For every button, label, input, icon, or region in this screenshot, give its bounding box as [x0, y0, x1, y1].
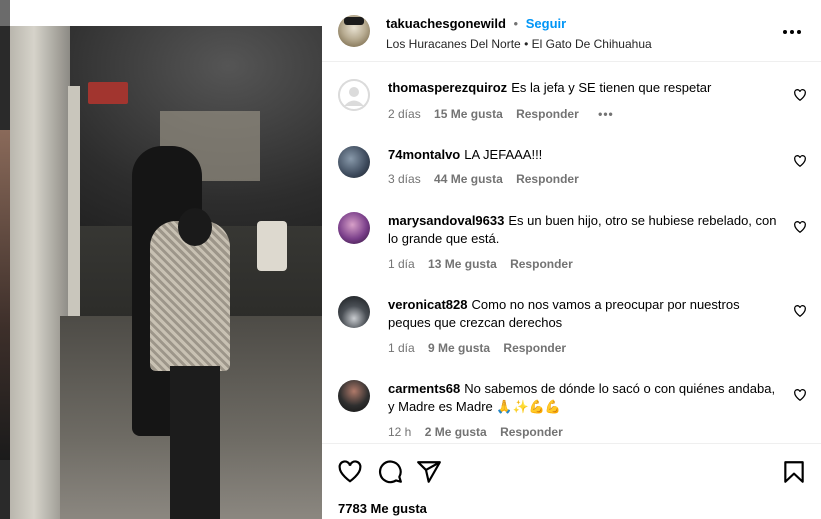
comment-time[interactable]: 1 día: [388, 257, 415, 271]
comment-likes[interactable]: 9 Me gusta: [428, 341, 490, 355]
more-options-icon[interactable]: [780, 20, 804, 44]
comment-body: veronicat828 Como no nos vamos a preocupa…: [388, 296, 778, 332]
comment-username[interactable]: veronicat828: [388, 297, 468, 312]
video-person-mother-head: [178, 208, 212, 246]
comment-username[interactable]: carments68: [388, 381, 460, 396]
share-icon[interactable]: [416, 459, 442, 485]
commenter-avatar[interactable]: [338, 296, 370, 328]
heart-icon[interactable]: [337, 459, 363, 485]
post-actions-bar: 7783 Me gusta: [322, 443, 821, 519]
comment-icon[interactable]: [377, 459, 403, 485]
commenter-avatar[interactable]: [338, 146, 370, 178]
comment-likes[interactable]: 2 Me gusta: [425, 425, 487, 439]
post-side-panel: takuachesgonewild • Seguir Los Huracanes…: [322, 0, 821, 519]
comment-like-heart-icon[interactable]: [793, 304, 807, 318]
comment-options-button[interactable]: •••: [598, 107, 614, 121]
comment-meta: 1 día 13 Me gusta Responder: [388, 257, 583, 271]
post-video[interactable]: [10, 26, 322, 519]
comment-like-heart-icon[interactable]: [793, 88, 807, 102]
reply-button[interactable]: Responder: [516, 107, 579, 121]
comment-username[interactable]: marysandoval9633: [388, 213, 504, 228]
video-person-mother-legs: [170, 366, 220, 519]
previous-media-strip: [0, 0, 10, 519]
separator-dot: •: [513, 16, 519, 31]
comment-like-heart-icon[interactable]: [793, 388, 807, 402]
comments-list[interactable]: thomasperezquiroz Es la jefa y SE tienen …: [322, 62, 821, 442]
comment-meta: 1 día 9 Me gusta Responder: [388, 341, 576, 355]
comment-likes[interactable]: 44 Me gusta: [434, 172, 503, 186]
comment-meta: 3 días 44 Me gusta Responder: [388, 172, 589, 186]
default-avatar-icon: [338, 79, 370, 111]
comment-like-heart-icon[interactable]: [793, 220, 807, 234]
comment-like-heart-icon[interactable]: [793, 154, 807, 168]
author-avatar[interactable]: [338, 15, 370, 47]
follow-button[interactable]: Seguir: [526, 16, 566, 31]
strip-image: [0, 130, 10, 460]
reply-button[interactable]: Responder: [503, 341, 566, 355]
strip-edge: [0, 0, 10, 26]
author-username[interactable]: takuachesgonewild: [386, 16, 506, 31]
comment-text: LA JEFAAA!!!: [464, 147, 543, 162]
comment-time[interactable]: 3 días: [388, 172, 421, 186]
audio-track-link[interactable]: Los Huracanes Del Norte • El Gato De Chi…: [386, 37, 652, 51]
comment-time[interactable]: 12 h: [388, 425, 411, 439]
comment-body: 74montalvo LA JEFAAA!!!: [388, 146, 778, 164]
commenter-avatar[interactable]: [338, 212, 370, 244]
likes-count[interactable]: 7783 Me gusta: [338, 501, 427, 516]
comment-body: carments68 No sabemos de dónde lo sacó o …: [388, 380, 778, 416]
comment-time[interactable]: 2 días: [388, 107, 421, 121]
comment-meta: 2 días 15 Me gusta Responder •••: [388, 107, 624, 121]
comment-username[interactable]: thomasperezquiroz: [388, 80, 507, 95]
comment-username[interactable]: 74montalvo: [388, 147, 460, 162]
comment-body: marysandoval9633 Es un buen hijo, otro se…: [388, 212, 778, 248]
bookmark-icon[interactable]: [781, 459, 807, 485]
comment-time[interactable]: 1 día: [388, 341, 415, 355]
comment-likes[interactable]: 13 Me gusta: [428, 257, 497, 271]
comment-text: Es la jefa y SE tienen que respetar: [511, 80, 712, 95]
reply-button[interactable]: Responder: [516, 172, 579, 186]
comment-body: thomasperezquiroz Es la jefa y SE tienen …: [388, 79, 778, 97]
reply-button[interactable]: Responder: [510, 257, 573, 271]
post-header: takuachesgonewild • Seguir Los Huracanes…: [322, 0, 821, 62]
commenter-avatar[interactable]: [338, 79, 370, 111]
author-line: takuachesgonewild • Seguir: [386, 16, 566, 31]
commenter-avatar[interactable]: [338, 380, 370, 412]
video-bag: [257, 221, 287, 271]
comment-likes[interactable]: 15 Me gusta: [434, 107, 503, 121]
reply-button[interactable]: Responder: [500, 425, 563, 439]
comment-meta: 12 h 2 Me gusta Responder: [388, 425, 573, 439]
video-red-sign: [88, 82, 128, 104]
